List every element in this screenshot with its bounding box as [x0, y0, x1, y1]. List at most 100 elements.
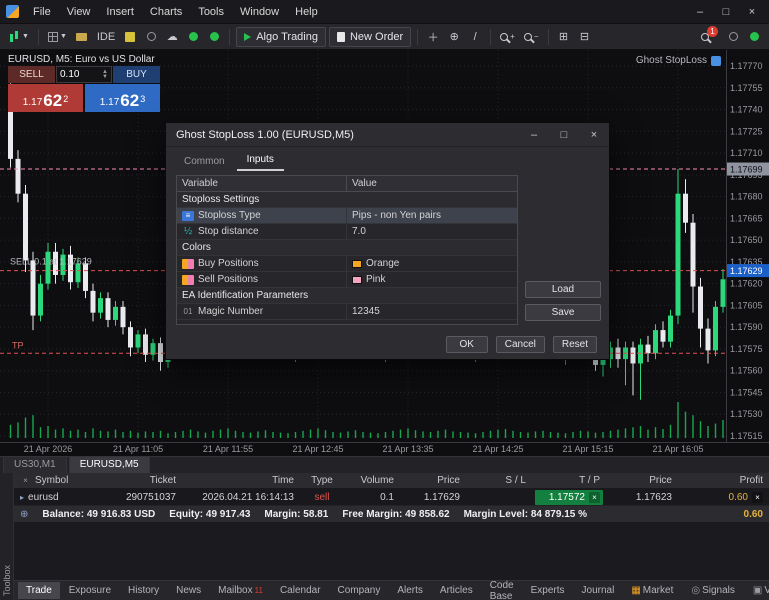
column-price[interactable]: Price — [400, 475, 466, 486]
expand-icon[interactable]: ⊕ — [20, 509, 28, 520]
column-value[interactable]: Value — [347, 178, 517, 189]
profiles-button[interactable] — [73, 27, 91, 47]
column-tp[interactable]: T / P — [532, 475, 606, 486]
tab-signals[interactable]: ◎ Signals — [683, 582, 743, 599]
load-button[interactable]: Load — [525, 281, 601, 298]
zoom-in-button[interactable]: + — [497, 27, 518, 47]
param-row-buy-positions[interactable]: Buy Positions Orange — [177, 256, 517, 272]
chart-type-button[interactable]: ▼ — [6, 27, 32, 47]
param-value-magic-number[interactable]: 12345 — [347, 304, 517, 319]
remove-tp-button[interactable]: × — [589, 491, 600, 503]
cursor-button[interactable]: ＋ — [424, 27, 442, 47]
chart-tab-us30[interactable]: US30,M1 — [3, 456, 67, 473]
column-variable[interactable]: Variable — [177, 176, 347, 191]
column-type[interactable]: Type — [300, 475, 344, 486]
dialog-close-button[interactable]: × — [579, 123, 609, 146]
search-button[interactable]: 1 — [698, 26, 721, 47]
tile-windows-button[interactable]: ⊞ — [555, 27, 573, 47]
dialog-title-bar[interactable]: Ghost StopLoss 1.00 (EURUSD,M5) – □ × — [166, 123, 609, 147]
param-value-stoploss-type[interactable]: Pips - non Yen pairs — [347, 208, 517, 223]
param-row-stop-distance[interactable]: ½ Stop distance 7.0 — [177, 224, 517, 240]
tab-codebase[interactable]: Code Base — [482, 577, 522, 600]
menu-help[interactable]: Help — [287, 3, 326, 21]
tab-mailbox[interactable]: Mailbox 11 — [210, 582, 271, 599]
save-button[interactable]: Save — [525, 304, 601, 321]
dialog-maximize-button[interactable]: □ — [549, 123, 579, 146]
tab-exposure[interactable]: Exposure — [61, 582, 119, 599]
buy-button[interactable]: BUY — [113, 66, 160, 83]
menu-view[interactable]: View — [59, 3, 99, 21]
algo-trading-button[interactable]: Algo Trading — [236, 26, 326, 47]
tab-vps[interactable]: ▣ VPS — [745, 582, 769, 599]
new-chart-button[interactable]: ▼ — [45, 27, 70, 47]
connection-status-button[interactable] — [745, 27, 763, 47]
expert-advisor-icon[interactable] — [711, 55, 721, 66]
position-open-price: 1.17629 — [423, 491, 460, 503]
tab-news[interactable]: News — [168, 582, 209, 599]
param-value-stop-distance[interactable]: 7.0 — [347, 224, 517, 239]
tab-market[interactable]: ▦ Market — [623, 582, 681, 599]
tab-alerts[interactable]: Alerts — [389, 582, 431, 599]
tab-history[interactable]: History — [120, 582, 167, 599]
tab-articles[interactable]: Articles — [432, 582, 481, 599]
account-summary-row[interactable]: ⊕ Balance: 49 916.83 USD Equity: 49 917.… — [14, 506, 769, 523]
tab-journal[interactable]: Journal — [574, 582, 623, 599]
param-value-sell-color[interactable]: Pink — [347, 272, 517, 287]
column-volume[interactable]: Volume — [344, 475, 400, 486]
zoom-out-button[interactable]: − — [521, 27, 542, 47]
param-row-stoploss-type[interactable]: ≡ Stoploss Type Pips - non Yen pairs — [177, 208, 517, 224]
community-button[interactable] — [142, 27, 160, 47]
cloud-button[interactable]: ☁ — [163, 27, 181, 47]
tab-calendar[interactable]: Calendar — [272, 582, 329, 599]
position-row[interactable]: ▸ eurusd 290751037 2026.04.21 16:14:13 s… — [14, 489, 769, 506]
menu-insert[interactable]: Insert — [98, 3, 142, 21]
menu-file[interactable]: File — [25, 3, 59, 21]
menu-tools[interactable]: Tools — [190, 3, 232, 21]
param-row-sell-positions[interactable]: Sell Positions Pink — [177, 272, 517, 288]
trendline-button[interactable]: / — [466, 27, 484, 47]
new-order-button[interactable]: New Order — [328, 26, 412, 47]
metaeditor-button[interactable] — [121, 27, 139, 47]
volume-spin-buttons[interactable]: ▲ ▼ — [102, 69, 108, 80]
column-profit[interactable]: Profit — [678, 475, 769, 486]
sell-price-button[interactable]: 1.17 62 2 — [8, 84, 83, 112]
tab-experts[interactable]: Experts — [523, 582, 573, 599]
crosshair-button[interactable]: ⊕ — [445, 27, 463, 47]
volume-stepper[interactable]: 0.10 ▲ ▼ — [56, 66, 112, 83]
maximize-button[interactable]: □ — [713, 4, 739, 20]
tab-trade[interactable]: Trade — [18, 582, 60, 599]
tab-inputs[interactable]: Inputs — [236, 151, 284, 171]
toolbox-vertical-label[interactable]: Toolbox — [2, 565, 12, 596]
chevron-icon[interactable]: ▸ — [20, 493, 24, 502]
column-ticket[interactable]: Ticket — [102, 475, 182, 486]
arrange-windows-button[interactable]: ⊟ — [576, 27, 594, 47]
position-tp[interactable]: 1.17572 × — [535, 489, 603, 505]
account-button[interactable] — [724, 27, 742, 47]
vps-status-button[interactable] — [205, 27, 223, 47]
param-value-buy-color[interactable]: Orange — [347, 256, 517, 271]
ok-button[interactable]: OK — [445, 336, 488, 353]
menu-charts[interactable]: Charts — [142, 3, 190, 21]
menu-window[interactable]: Window — [232, 3, 287, 21]
reset-button[interactable]: Reset — [552, 336, 597, 353]
dialog-minimize-button[interactable]: – — [519, 123, 549, 146]
tab-company[interactable]: Company — [330, 582, 389, 599]
column-current-price[interactable]: Price — [606, 475, 678, 486]
close-toolbox-icon[interactable]: × — [20, 475, 31, 486]
mql5-status-button[interactable] — [184, 27, 202, 47]
column-sl[interactable]: S / L — [466, 475, 532, 486]
param-row-magic-number[interactable]: 01 Magic Number 12345 — [177, 304, 517, 320]
minimize-button[interactable]: – — [687, 4, 713, 20]
tile-icon: ⊞ — [558, 31, 569, 43]
caret-down-icon[interactable]: ▼ — [102, 74, 108, 80]
close-button[interactable]: × — [739, 4, 765, 20]
buy-price-button[interactable]: 1.17 62 3 — [85, 84, 160, 112]
ide-button[interactable]: IDE — [94, 27, 118, 47]
close-position-button[interactable]: × — [752, 491, 763, 503]
tab-common[interactable]: Common — [174, 153, 235, 171]
column-symbol[interactable]: Symbol — [35, 475, 68, 486]
sell-button[interactable]: SELL — [8, 66, 55, 83]
chart-tab-eurusd[interactable]: EURUSD,M5 — [68, 456, 150, 473]
cancel-button[interactable]: Cancel — [495, 336, 545, 353]
column-time[interactable]: Time — [182, 475, 300, 486]
